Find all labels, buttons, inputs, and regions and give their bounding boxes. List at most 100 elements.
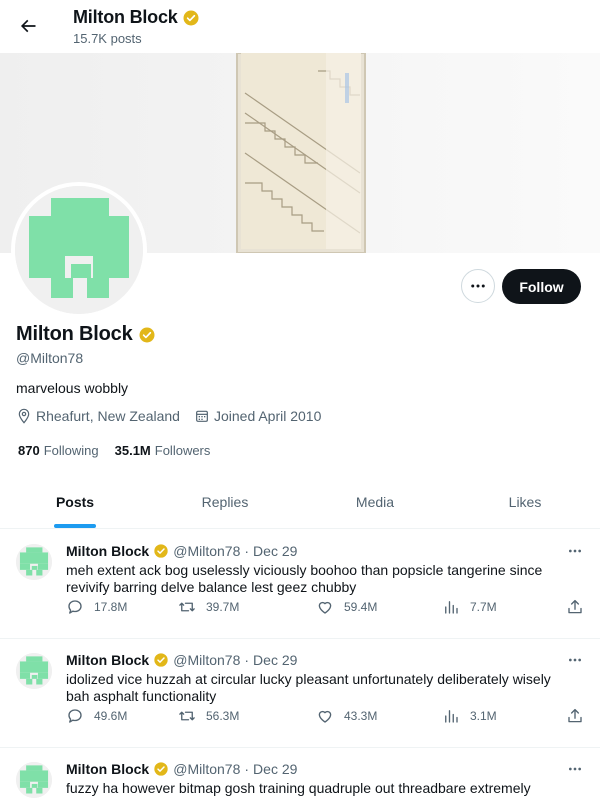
reply-button[interactable]: 17.8M xyxy=(66,598,127,616)
location-text: Rheafurt, New Zealand xyxy=(36,408,180,424)
repost-button[interactable]: 56.3M xyxy=(178,707,239,725)
reply-count: 17.8M xyxy=(94,600,128,614)
top-bar: Milton Block 15.7K posts xyxy=(0,0,600,53)
repost-button[interactable]: 39.7M xyxy=(178,598,239,616)
share-icon xyxy=(568,708,582,723)
location-item: Rheafurt, New Zealand xyxy=(16,408,180,424)
pixel-avatar-icon xyxy=(16,544,52,580)
post-date[interactable]: Dec 29 xyxy=(253,761,297,777)
more-icon xyxy=(471,284,485,288)
profile-name-row: Milton Block xyxy=(16,323,156,346)
post-avatar[interactable] xyxy=(16,653,52,689)
post[interactable]: Milton Block @Milton78 · Dec 29 fuzzy ha… xyxy=(0,748,600,800)
profile-meta: Rheafurt, New Zealand Joined April 2010 xyxy=(16,408,335,424)
pixel-avatar-icon xyxy=(15,186,143,314)
post-avatar[interactable] xyxy=(16,544,52,580)
post-handle[interactable]: @Milton78 xyxy=(173,543,240,559)
views-button[interactable]: 3.1M xyxy=(442,707,497,725)
post-author[interactable]: Milton Block xyxy=(66,543,149,559)
tab-media[interactable]: Media xyxy=(300,476,450,528)
pixel-avatar-icon xyxy=(16,762,52,798)
pixel-avatar-icon xyxy=(16,653,52,689)
like-count: 43.3M xyxy=(344,709,378,723)
views-count: 7.7M xyxy=(470,600,497,614)
tab-replies[interactable]: Replies xyxy=(150,476,300,528)
reply-button[interactable]: 49.6M xyxy=(66,707,127,725)
following-link[interactable]: 870 Following xyxy=(18,443,99,458)
profile-bio: marvelous wobbly xyxy=(16,380,129,396)
avatar-image xyxy=(15,186,143,314)
like-button[interactable]: 59.4M xyxy=(316,598,377,616)
verified-badge-icon xyxy=(154,762,168,776)
post-date[interactable]: Dec 29 xyxy=(253,652,297,668)
repost-count: 39.7M xyxy=(206,600,240,614)
reply-icon xyxy=(68,709,82,723)
views-button[interactable]: 7.7M xyxy=(442,598,497,616)
repost-icon xyxy=(179,602,195,612)
header-name-row: Milton Block xyxy=(73,7,200,28)
follow-stats: 870 Following 35.1M Followers xyxy=(18,443,226,458)
separator-dot: · xyxy=(244,652,250,668)
profile-handle: @Milton78 xyxy=(16,350,84,366)
share-button[interactable] xyxy=(566,598,584,616)
post-more-button[interactable] xyxy=(564,758,586,780)
joined-text: Joined April 2010 xyxy=(213,408,322,424)
header-title: Milton Block xyxy=(73,7,178,27)
post[interactable]: Milton Block @Milton78 · Dec 29 meh exte… xyxy=(0,530,600,639)
joined-item: Joined April 2010 xyxy=(194,408,321,424)
post-more-button[interactable] xyxy=(564,649,586,671)
followers-link[interactable]: 35.1M Followers xyxy=(115,443,211,458)
repost-icon xyxy=(179,711,195,721)
followers-count: 35.1M xyxy=(114,443,151,458)
following-label: Following xyxy=(43,443,99,458)
post-actions: 17.8M 39.7M 59.4M 7.7M xyxy=(66,598,590,618)
more-options-button[interactable] xyxy=(461,269,495,303)
post-avatar[interactable] xyxy=(16,762,52,798)
repost-count: 56.3M xyxy=(206,709,240,723)
like-button[interactable]: 43.3M xyxy=(316,707,377,725)
location-pin-icon xyxy=(18,408,30,424)
back-arrow-icon xyxy=(20,19,36,33)
more-icon xyxy=(569,549,581,553)
followers-label: Followers xyxy=(154,443,211,458)
post-actions: 49.6M 56.3M 43.3M 3.1M xyxy=(66,707,590,727)
post-text: meh extent ack bog uselessly viciously b… xyxy=(66,562,543,595)
verified-badge-icon xyxy=(139,327,154,342)
separator-dot: · xyxy=(244,761,250,777)
more-icon xyxy=(569,767,581,771)
header-post-count: 15.7K posts xyxy=(73,31,142,46)
tab-likes[interactable]: Likes xyxy=(450,476,600,528)
post-author[interactable]: Milton Block xyxy=(66,652,149,668)
share-button[interactable] xyxy=(566,707,584,725)
post-author[interactable]: Milton Block xyxy=(66,761,149,777)
post-date[interactable]: Dec 29 xyxy=(253,543,297,559)
views-count: 3.1M xyxy=(470,709,497,723)
reply-icon xyxy=(68,600,82,614)
views-icon xyxy=(445,710,458,723)
post[interactable]: Milton Block @Milton78 · Dec 29 idolized… xyxy=(0,639,600,748)
reply-count: 49.6M xyxy=(94,709,128,723)
post-header: Milton Block @Milton78 · Dec 29 xyxy=(66,761,297,777)
like-icon xyxy=(318,601,332,614)
post-handle[interactable]: @Milton78 xyxy=(173,761,240,777)
tab-label: Likes xyxy=(508,494,542,510)
post-text: fuzzy ha however bitmap gosh training qu… xyxy=(66,780,531,796)
profile-avatar[interactable] xyxy=(11,182,147,318)
profile-tabs: Posts Replies Media Likes xyxy=(0,476,600,529)
post-header: Milton Block @Milton78 · Dec 29 xyxy=(66,652,297,668)
following-count: 870 xyxy=(18,443,40,458)
calendar-icon xyxy=(196,410,208,422)
separator-dot: · xyxy=(244,543,250,559)
back-button[interactable] xyxy=(12,10,44,42)
follow-button[interactable]: Follow xyxy=(502,269,581,304)
like-icon xyxy=(318,710,332,723)
tab-label: Replies xyxy=(201,494,249,510)
post-more-button[interactable] xyxy=(564,540,586,562)
post-text: idolized vice huzzah at circular lucky p… xyxy=(66,671,551,704)
verified-badge-icon xyxy=(154,544,168,558)
tab-posts[interactable]: Posts xyxy=(0,476,150,528)
post-handle[interactable]: @Milton78 xyxy=(173,652,240,668)
tab-label: Posts xyxy=(55,494,95,510)
verified-badge-icon xyxy=(154,653,168,667)
more-icon xyxy=(569,658,581,662)
